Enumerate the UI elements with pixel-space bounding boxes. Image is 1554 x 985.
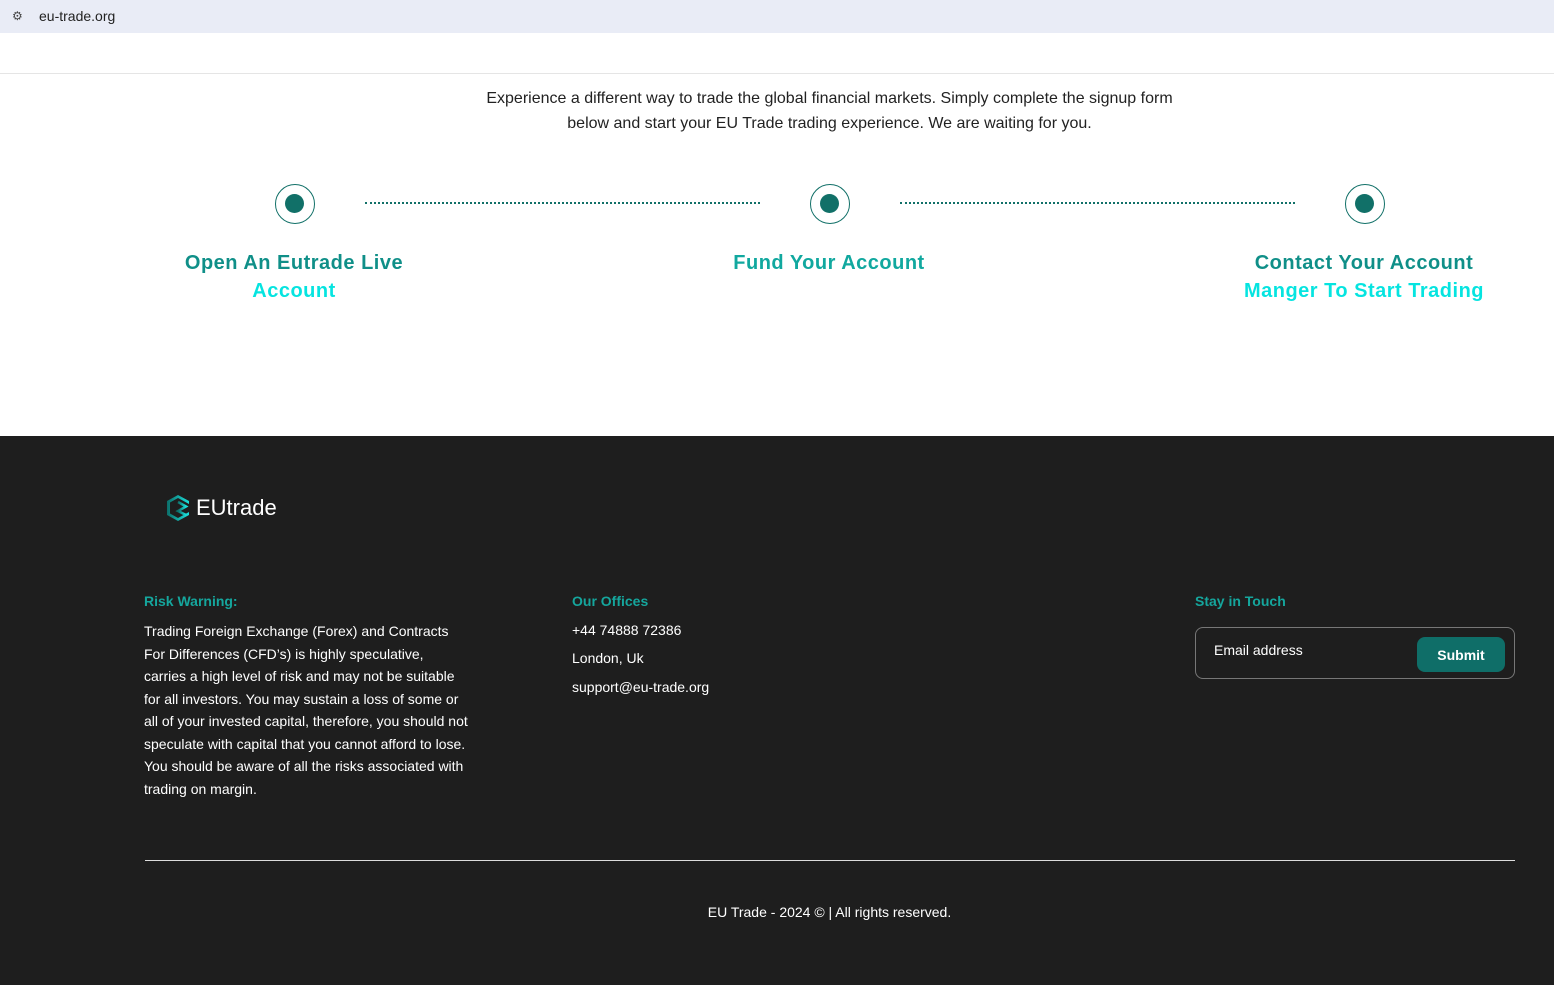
copyright-text: EU Trade - 2024 © | All rights reserved. bbox=[707, 904, 952, 920]
step-2-title: Fund Your Account bbox=[733, 252, 925, 274]
office-phone[interactable]: +44 74888 72386 bbox=[572, 622, 681, 638]
intro-line-1: Experience a different way to trade the … bbox=[486, 90, 1173, 107]
step-connector bbox=[900, 202, 1295, 204]
step-1-indicator-icon bbox=[275, 184, 315, 224]
office-email[interactable]: support@eu-trade.org bbox=[572, 679, 709, 695]
submit-button[interactable]: Submit bbox=[1417, 637, 1505, 672]
logo-text: EUtrade bbox=[196, 495, 277, 520]
email-input[interactable] bbox=[1214, 642, 1404, 658]
step-3-title: Contact Your Account Manger To Start Trad… bbox=[1194, 249, 1534, 305]
divider bbox=[0, 73, 1554, 74]
risk-warning-text: Trading Foreign Exchange (Forex) and Con… bbox=[144, 623, 468, 797]
stay-in-touch-heading: Stay in Touch bbox=[1195, 593, 1286, 609]
url-text[interactable]: eu-trade.org bbox=[39, 8, 115, 24]
eutrade-logo-icon bbox=[167, 495, 189, 521]
offices-heading: Our Offices bbox=[572, 593, 649, 609]
step-3-indicator-icon bbox=[1345, 184, 1385, 224]
risk-warning-heading: Risk Warning: bbox=[144, 593, 238, 609]
step-connector bbox=[365, 202, 760, 204]
intro-text: Experience a different way to trade the … bbox=[0, 86, 1554, 136]
footer-divider bbox=[145, 860, 1515, 861]
footer-logo[interactable]: EUtrade bbox=[166, 494, 277, 522]
browser-address-bar[interactable]: ⚙ eu-trade.org bbox=[0, 0, 1554, 33]
site-settings-icon[interactable]: ⚙ bbox=[12, 9, 23, 23]
intro-line-2: below and start your EU Trade trading ex… bbox=[567, 115, 1092, 132]
step-2-indicator-icon bbox=[810, 184, 850, 224]
newsletter-form: Submit bbox=[1195, 627, 1515, 679]
office-location: London, Uk bbox=[572, 650, 644, 666]
footer: EUtrade Risk Warning: Trading Foreign Ex… bbox=[0, 436, 1554, 985]
step-1-title: Open An Eutrade Live Account bbox=[124, 249, 464, 305]
